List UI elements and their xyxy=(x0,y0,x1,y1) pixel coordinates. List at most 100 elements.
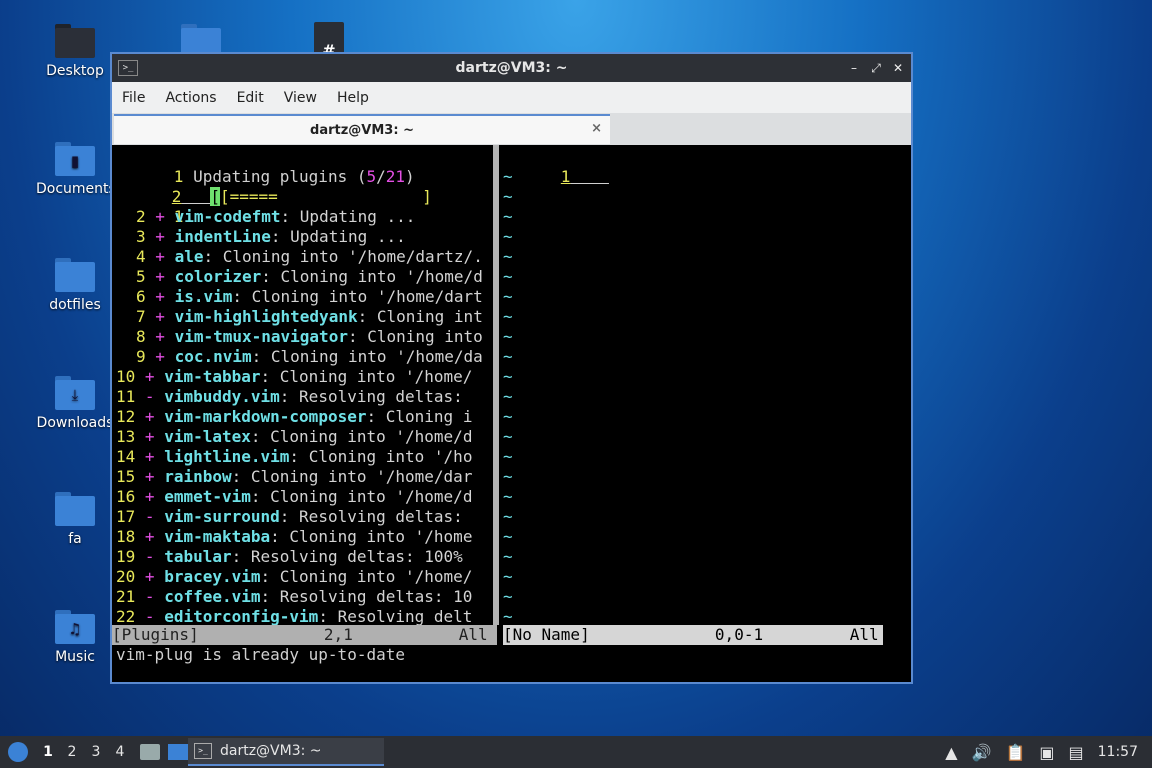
folder-icon xyxy=(55,258,95,292)
plugin-line: 16 + emmet-vim: Cloning into '/home/d xyxy=(116,487,473,506)
plugin-line: 10 + vim-tabbar: Cloning into '/home/ xyxy=(116,367,473,386)
plugin-line: 15 + rainbow: Cloning into '/home/dar xyxy=(116,467,473,486)
vim-empty-line-tilde: ~ xyxy=(503,587,513,606)
network-icon[interactable]: ▣ xyxy=(1039,743,1054,762)
plugin-line: 4 + ale: Cloning into '/home/dartz/. xyxy=(136,247,483,266)
music-folder-icon: ♫ xyxy=(55,610,95,644)
desktop-icon-fa[interactable]: fa xyxy=(36,492,114,547)
desktop-icon-dotfiles[interactable]: dotfiles xyxy=(36,258,114,313)
menu-file[interactable]: File xyxy=(122,90,145,106)
plugin-line: 14 + lightline.vim: Cloning into '/ho xyxy=(116,447,473,466)
tab-bar: dartz@VM3: ~ × xyxy=(112,113,911,146)
menu-help[interactable]: Help xyxy=(337,90,369,106)
plugin-line: 13 + vim-latex: Cloning into '/home/d xyxy=(116,427,473,446)
desktop-icon-label: Documents xyxy=(36,181,116,197)
desktop-icon-label: dotfiles xyxy=(49,297,101,313)
menu-edit[interactable]: Edit xyxy=(237,90,264,106)
workspace-4[interactable]: 4 xyxy=(108,744,132,760)
plugin-line: 22 - editorconfig-vim: Resolving delt xyxy=(116,607,473,626)
taskbar: 1 2 3 4 >_ dartz@VM3: ~ ▲ 🔊 📋 ▣ ▤ 11:57 xyxy=(0,736,1152,768)
vim-status-left: [Plugins] 2,1 All xyxy=(112,625,497,645)
plugin-line: 17 - vim-surround: Resolving deltas: xyxy=(116,507,473,526)
plugin-line: 11 - vimbuddy.vim: Resolving deltas: xyxy=(116,387,473,406)
window-titlebar[interactable]: >_ dartz@VM3: ~ – ⤢ ✕ xyxy=(112,54,911,82)
menu-bar: File Actions Edit View Help xyxy=(112,82,911,113)
workspace-2[interactable]: 2 xyxy=(60,744,84,760)
terminal-window[interactable]: >_ dartz@VM3: ~ – ⤢ ✕ File Actions Edit … xyxy=(110,52,913,684)
vim-empty-line-tilde: ~ xyxy=(503,347,513,366)
vim-header-line: 1 Updating plugins (5/21) xyxy=(173,167,415,186)
vim-empty-line-tilde: ~ xyxy=(503,527,513,546)
plugin-line: 5 + colorizer: Cloning into '/home/d xyxy=(136,267,483,286)
vim-empty-line-tilde: ~ xyxy=(503,607,513,626)
plugin-line: 7 + vim-highlightedyank: Cloning int xyxy=(136,307,483,326)
vim-empty-line-tilde: ~ xyxy=(503,387,513,406)
notification-icon[interactable]: ▤ xyxy=(1069,743,1084,762)
file-manager-icon[interactable] xyxy=(140,744,160,760)
maximize-icon[interactable]: ⤢ xyxy=(869,61,883,75)
vim-empty-line-tilde: ~ xyxy=(503,547,513,566)
folder-icon xyxy=(55,24,95,58)
vim-status-right: [No Name] 0,0-1 All xyxy=(503,625,883,645)
plugin-line: 8 + vim-tmux-navigator: Cloning into xyxy=(136,327,483,346)
plugin-line: 21 - coffee.vim: Resolving deltas: 10 xyxy=(116,587,473,606)
volume-icon[interactable]: 🔊 xyxy=(972,743,992,762)
clock[interactable]: 11:57 xyxy=(1098,744,1138,760)
plugin-line: 20 + bracey.vim: Cloning into '/home/ xyxy=(116,567,473,586)
vim-empty-line-tilde: ~ xyxy=(503,267,513,286)
vim-empty-line-tilde: ~ xyxy=(503,207,513,226)
plugin-line: 19 - tabular: Resolving deltas: 100% xyxy=(116,547,463,566)
desktop-icon-label: Downloads xyxy=(36,415,114,431)
tray-up-arrow-icon[interactable]: ▲ xyxy=(945,743,957,762)
menu-actions[interactable]: Actions xyxy=(165,90,216,106)
system-tray: ▲ 🔊 📋 ▣ ▤ 11:57 xyxy=(945,736,1152,768)
show-desktop-icon[interactable] xyxy=(168,744,188,760)
vim-empty-line-tilde: ~ xyxy=(503,487,513,506)
download-folder-icon: ⤓ xyxy=(55,376,95,410)
vim-blank-line: 1 xyxy=(173,207,184,226)
vim-progress-line: 2 [[===== ] xyxy=(171,187,432,206)
tab-close-icon[interactable]: × xyxy=(591,121,602,136)
desktop-icon-documents[interactable]: ▮ Documents xyxy=(36,142,116,197)
workspace-1[interactable]: 1 xyxy=(36,744,60,760)
vim-empty-line-tilde: ~ xyxy=(503,187,513,206)
desktop-icon-label: Music xyxy=(55,649,95,665)
desktop-icon-label: fa xyxy=(68,531,82,547)
folder-icon xyxy=(55,492,95,526)
vim-empty-line-tilde: ~ xyxy=(503,367,513,386)
vim-empty-line-tilde: ~ xyxy=(503,307,513,326)
vim-terminal[interactable]: 1 Updating plugins (5/21) 2 [[===== ] 1 … xyxy=(112,145,911,682)
vim-empty-line-tilde: ~ xyxy=(503,327,513,346)
minimize-icon[interactable]: – xyxy=(847,61,861,75)
desktop-icon-desktop[interactable]: Desktop xyxy=(36,24,114,79)
desktop-icon-downloads[interactable]: ⤓ Downloads xyxy=(36,376,114,431)
window-title: dartz@VM3: ~ xyxy=(455,60,568,76)
plugin-line: 3 + indentLine: Updating ... xyxy=(136,227,406,246)
vim-empty-line-tilde: ~ xyxy=(503,447,513,466)
plugin-line: 6 + is.vim: Cloning into '/home/dart xyxy=(136,287,483,306)
tab-title: dartz@VM3: ~ xyxy=(310,122,414,138)
menu-view[interactable]: View xyxy=(284,90,317,106)
close-icon[interactable]: ✕ xyxy=(891,61,905,75)
vim-split-divider[interactable] xyxy=(493,145,499,625)
clipboard-icon[interactable]: 📋 xyxy=(1005,743,1025,762)
right-pane-first-line: 1 xyxy=(560,167,571,186)
terminal-icon: >_ xyxy=(194,743,212,759)
terminal-tab[interactable]: dartz@VM3: ~ × xyxy=(114,114,610,144)
vim-empty-line-tilde: ~ xyxy=(503,427,513,446)
plugin-line: 9 + coc.nvim: Cloning into '/home/da xyxy=(136,347,483,366)
app-menu-icon[interactable] xyxy=(8,742,28,762)
taskbar-terminal-label: dartz@VM3: ~ xyxy=(220,743,322,759)
vim-command-line: vim-plug is already up-to-date xyxy=(116,645,405,664)
vim-empty-line-tilde: ~ xyxy=(503,467,513,486)
desktop-icon-music[interactable]: ♫ Music xyxy=(36,610,114,665)
taskbar-terminal-button[interactable]: >_ dartz@VM3: ~ xyxy=(188,738,384,766)
plugin-line: 18 + vim-maktaba: Cloning into '/home xyxy=(116,527,473,546)
desktop-icon-label: Desktop xyxy=(46,63,104,79)
plugin-line: 2 + vim-codefmt: Updating ... xyxy=(136,207,416,226)
vim-empty-line-tilde: ~ xyxy=(503,507,513,526)
vim-empty-line-tilde: ~ xyxy=(503,287,513,306)
vim-empty-line-tilde: ~ xyxy=(503,247,513,266)
workspace-3[interactable]: 3 xyxy=(84,744,108,760)
vim-empty-line-tilde: ~ xyxy=(503,227,513,246)
